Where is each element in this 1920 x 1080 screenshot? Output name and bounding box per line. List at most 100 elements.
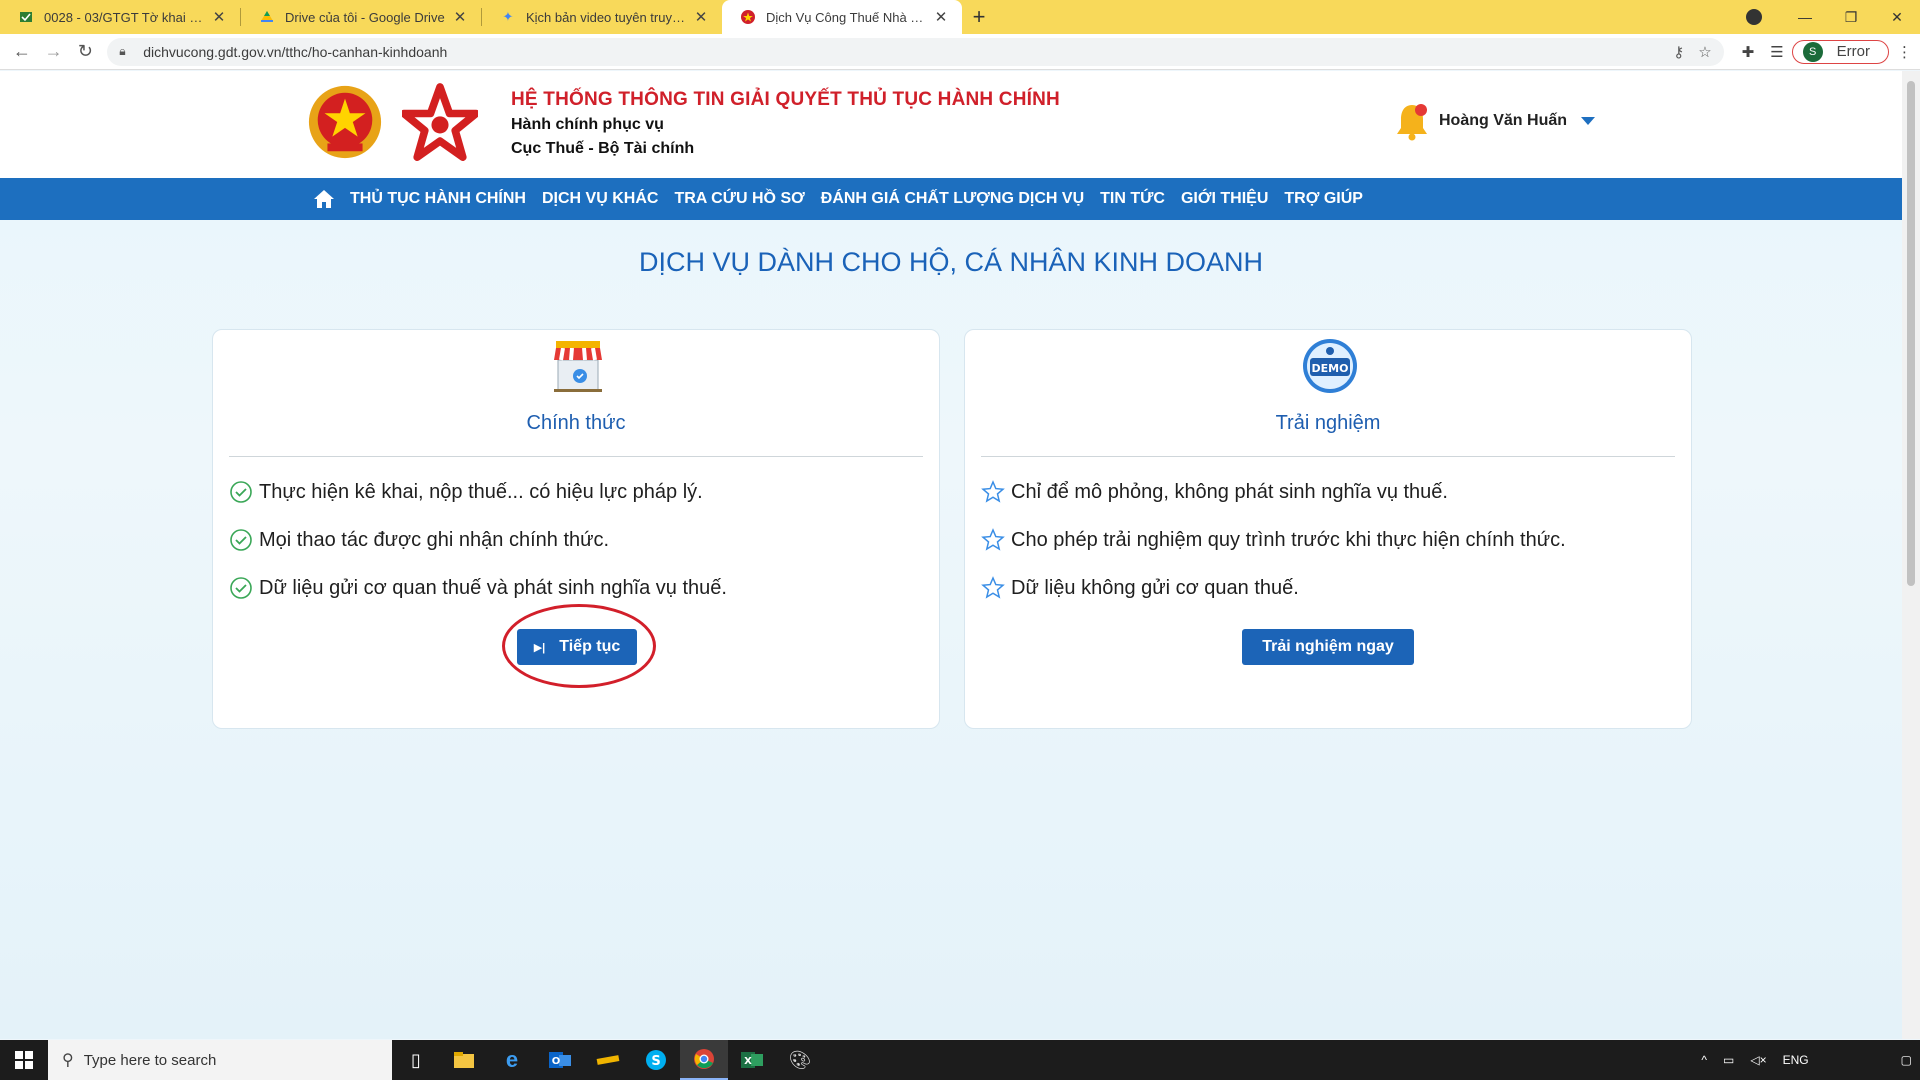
forward-icon[interactable]: → [38, 41, 70, 62]
list-item: Cho phép trải nghiệm quy trình trước khi… [981, 516, 1566, 564]
list-item-text: Cho phép trải nghiệm quy trình trước khi… [1011, 528, 1566, 551]
tab-search-icon[interactable] [1746, 9, 1762, 25]
search-icon: ⚲ [62, 1052, 74, 1069]
user-menu[interactable]: Hoàng Văn Huấn [1395, 101, 1596, 141]
chrome-icon[interactable] [680, 1040, 728, 1080]
home-icon[interactable] [312, 187, 336, 211]
excel-icon[interactable]: X [728, 1040, 776, 1080]
chevron-down-icon[interactable] [1581, 117, 1596, 125]
key-icon[interactable]: ⚷ [1673, 43, 1684, 61]
browser-tab[interactable]: 0028 - 03/GTGT Tờ khai thuế GTGT ✕ [0, 0, 240, 34]
tab-title: Kịch bản video tuyên truyền ngắn [526, 9, 686, 25]
list-item: Chỉ để mô phỏng, không phát sinh nghĩa v… [981, 468, 1566, 516]
tab-title: Drive của tôi - Google Drive [285, 9, 445, 25]
language-indicator[interactable]: ENG [1783, 1053, 1809, 1067]
extensions-icon[interactable]: ✚ [1742, 43, 1755, 61]
check-circle-icon [230, 481, 252, 503]
file-explorer-icon[interactable] [440, 1040, 488, 1080]
chevron-up-icon[interactable]: ^ [1701, 1053, 1707, 1067]
trial-features-list: Chỉ để mô phỏng, không phát sinh nghĩa v… [981, 468, 1566, 612]
svg-text:X: X [744, 1056, 752, 1067]
scrollbar-thumb[interactable] [1907, 81, 1915, 586]
browser-tab[interactable]: Drive của tôi - Google Drive ✕ [241, 0, 481, 34]
list-item-text: Thực hiện kê khai, nộp thuế... có hiệu l… [259, 480, 703, 503]
list-item: Dữ liệu gửi cơ quan thuế và phát sinh ng… [229, 564, 727, 612]
try-now-button[interactable]: Trải nghiệm ngay [1242, 629, 1414, 665]
web-page: HỆ THỐNG THÔNG TIN GIẢI QUYẾT THỦ TỤC HÀ… [0, 71, 1902, 1039]
tax-star-logo-icon [402, 83, 478, 161]
system-tray: ^ ▭ ◁× ENG ▢ [1693, 1040, 1920, 1080]
taskbar-search-input[interactable]: ⚲ Type here to search [48, 1040, 392, 1080]
list-item-text: Mọi thao tác được ghi nhận chính thức. [259, 528, 610, 551]
list-item-text: Dữ liệu không gửi cơ quan thuế. [1011, 576, 1299, 599]
window-close-icon[interactable]: ✕ [1874, 9, 1920, 26]
search-placeholder: Type here to search [83, 1051, 217, 1069]
url-text: dichvucong.gdt.gov.vn/tthc/ho-canhan-kin… [143, 43, 448, 60]
tab-close-icon[interactable]: ✕ [692, 8, 710, 26]
list-item: Thực hiện kê khai, nộp thuế... có hiệu l… [229, 468, 727, 516]
nav-item-danh-gia[interactable]: ĐÁNH GIÁ CHẤT LƯỢNG DỊCH VỤ [821, 190, 1084, 208]
tax-favicon-icon [18, 9, 34, 25]
star-outline-icon [981, 576, 1005, 599]
tab-close-icon[interactable]: ✕ [210, 8, 228, 26]
svg-text:O: O [552, 1056, 561, 1067]
speaker-muted-icon[interactable]: ◁× [1750, 1053, 1766, 1067]
new-tab-button[interactable]: + [962, 0, 996, 34]
nav-item-thu-tuc[interactable]: THỦ TỤC HÀNH CHÍNH [350, 190, 526, 208]
official-benefits-list: Thực hiện kê khai, nộp thuế... có hiệu l… [229, 468, 727, 612]
paint-icon[interactable]: 🎨︎ [776, 1040, 824, 1080]
official-service-card: Chính thức Thực hiện kê khai, nộp thuế..… [212, 329, 940, 729]
network-icon[interactable]: ▭ [1723, 1053, 1734, 1067]
menu-dots-icon[interactable]: ⋮ [1897, 43, 1912, 61]
system-subtitle: Hành chính phục vụ [511, 116, 664, 133]
tab-close-icon[interactable]: ✕ [451, 8, 469, 26]
nav-item-tra-cuu[interactable]: TRA CỨU HỒ SƠ [674, 190, 804, 208]
list-item-text: Chỉ để mô phỏng, không phát sinh nghĩa v… [1011, 480, 1448, 503]
browser-tab[interactable]: ✦ Kịch bản video tuyên truyền ngắn ✕ [482, 0, 722, 34]
minimize-icon[interactable]: — [1782, 9, 1828, 25]
window-controls: — ❐ ✕ [1746, 0, 1920, 34]
windows-taskbar: ⚲ Type here to search ▯ e O S X 🎨︎ ^ ▭ ◁… [0, 1040, 1920, 1080]
internet-explorer-icon[interactable]: e [488, 1040, 536, 1080]
nav-item-tin-tuc[interactable]: TIN TỨC [1100, 190, 1165, 208]
tab-close-icon[interactable]: ✕ [932, 8, 950, 26]
browser-toolbar: ← → ↻ 🔒︎ dichvucong.gdt.gov.vn/tthc/ho-c… [0, 34, 1920, 70]
agency-name: Cục Thuế - Bộ Tài chính [511, 140, 695, 157]
storefront-icon [554, 341, 602, 392]
lock-icon[interactable]: 🔒︎ [119, 44, 133, 59]
notification-bell-icon[interactable] [1395, 101, 1429, 141]
task-view-icon[interactable]: ▯ [392, 1040, 440, 1080]
reading-list-icon[interactable]: ☰ [1770, 43, 1783, 61]
profile-error-button[interactable]: S Error [1791, 39, 1890, 64]
notification-center-icon[interactable]: ▢ [1901, 1053, 1912, 1067]
continue-button-label: Tiếp tục [559, 638, 621, 655]
drive-favicon-icon [259, 9, 275, 25]
outlook-icon[interactable]: O [536, 1040, 584, 1080]
star-outline-icon [981, 528, 1005, 551]
nav-item-gioi-thieu[interactable]: GIỚI THIỆU [1181, 190, 1268, 208]
continue-button[interactable]: ▶| Tiếp tục [517, 629, 637, 665]
system-title: HỆ THỐNG THÔNG TIN GIẢI QUYẾT THỦ TỤC HÀ… [511, 89, 1060, 110]
reload-icon[interactable]: ↻ [69, 41, 101, 62]
avatar: S [1802, 41, 1823, 62]
page-scrollbar[interactable] [1902, 71, 1920, 1039]
list-item-text: Dữ liệu gửi cơ quan thuế và phát sinh ng… [259, 576, 727, 599]
bookmark-star-icon[interactable]: ☆ [1698, 43, 1711, 61]
skype-icon[interactable]: S [632, 1040, 680, 1080]
pen-app-icon[interactable] [584, 1040, 632, 1080]
demo-icon: DEMO [1303, 339, 1357, 393]
user-name[interactable]: Hoàng Văn Huấn [1439, 112, 1567, 130]
restore-icon[interactable]: ❐ [1828, 9, 1874, 26]
nav-item-dich-vu-khac[interactable]: DỊCH VỤ KHÁC [542, 190, 658, 208]
windows-start-icon[interactable] [0, 1040, 48, 1080]
national-emblem-icon [308, 85, 382, 159]
demo-icon-text: DEMO [1312, 362, 1349, 375]
nav-item-tro-giup[interactable]: TRỢ GIÚP [1284, 190, 1363, 208]
address-bar[interactable]: 🔒︎ dichvucong.gdt.gov.vn/tthc/ho-canhan-… [107, 37, 1724, 66]
browser-tab-active[interactable]: Dịch Vụ Công Thuế Nhà Nước ✕ [722, 0, 962, 34]
back-icon[interactable]: ← [6, 41, 38, 62]
tab-title: Dịch Vụ Công Thuế Nhà Nước [766, 9, 926, 25]
check-circle-icon [230, 577, 252, 599]
divider [229, 456, 923, 457]
svg-text:S: S [651, 1054, 660, 1069]
